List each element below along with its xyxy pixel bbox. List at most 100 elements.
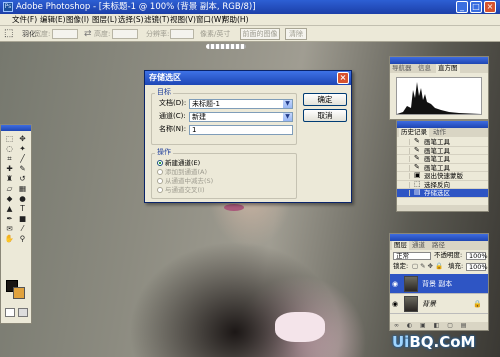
toolbox-panel: ⬚ ✥ ◌ ✦ ⌗ ╱ ✚ ✎ ♜ ↺ ▱ ▦ ◆ ● ▲ T ✒ ■ ✉ ⁄ …: [0, 124, 32, 324]
tab-navigator[interactable]: 导航器: [392, 64, 412, 73]
tab-history[interactable]: 历史记录: [399, 128, 429, 137]
options-bar: ⬚ 羽化: 宽度: ⇄ 高度: 分辨率: 像素/英寸 前面的图像 清除: [0, 26, 500, 42]
marquee-icon[interactable]: ⬚: [3, 134, 16, 144]
tab-channels[interactable]: 通道: [412, 241, 425, 250]
cancel-button[interactable]: 取消: [303, 109, 347, 122]
layers-footer-icons[interactable]: ∞ ◐ ▣ ◧ ▢ ▤: [390, 322, 488, 330]
history-item[interactable]: ▣ 退出快速蒙版: [397, 172, 488, 181]
width-input[interactable]: [52, 29, 78, 39]
quickmask-mode-icon[interactable]: [18, 308, 28, 317]
layer-thumbnail: [404, 276, 418, 292]
chevron-down-icon[interactable]: ▼: [283, 113, 292, 121]
front-image-button[interactable]: 前面的图像: [240, 28, 280, 40]
eyedropper-icon[interactable]: ⁄: [16, 224, 29, 234]
dialog-title-bar[interactable]: 存储选区 ×: [145, 71, 351, 85]
navigator-panel: 导航器 信息 直方图: [389, 56, 489, 120]
selection-icon: ⬚: [414, 179, 421, 188]
standard-mode-icon[interactable]: [5, 308, 15, 317]
brush-icon[interactable]: ✎: [16, 164, 29, 174]
chevron-down-icon[interactable]: ▼: [283, 100, 292, 108]
history-item[interactable]: ✎ 画笔工具: [397, 163, 488, 172]
resolution-label: 分辨率:: [146, 30, 170, 38]
hand-icon[interactable]: ✋: [3, 234, 16, 244]
swap-icon[interactable]: ⇄: [84, 28, 92, 40]
histogram-graph: [396, 77, 482, 115]
menu-filter[interactable]: 滤镜(T): [144, 14, 169, 26]
layers-panel-title-bar[interactable]: [390, 234, 488, 241]
eye-icon[interactable]: ◉: [392, 300, 400, 308]
zoom-icon[interactable]: ⚲: [16, 234, 29, 244]
eraser-icon[interactable]: ▱: [3, 184, 16, 194]
fill-input[interactable]: 100%: [466, 263, 488, 271]
history-panel-title-bar[interactable]: [397, 121, 488, 128]
shape-icon[interactable]: ■: [16, 214, 29, 224]
healing-icon[interactable]: ✚: [3, 164, 16, 174]
close-button[interactable]: ×: [484, 1, 496, 13]
menu-edit[interactable]: 编辑(E): [40, 14, 66, 26]
history-item[interactable]: ✎ 画笔工具: [397, 138, 488, 147]
resolution-input[interactable]: [170, 29, 194, 39]
resolution-unit[interactable]: 像素/英寸: [200, 28, 230, 40]
blur-icon[interactable]: ◆: [3, 194, 16, 204]
history-item[interactable]: ✎ 画笔工具: [397, 155, 488, 164]
lock-icon: 🔒: [473, 300, 482, 308]
watermark-logo: UiBQ.CoM: [392, 333, 476, 351]
name-label: 名称(N):: [159, 125, 187, 133]
ps-logo-icon: Ps: [3, 2, 13, 12]
stamp-icon[interactable]: ♜: [3, 174, 16, 184]
histogram-icon: [397, 82, 481, 114]
ok-button[interactable]: 确定: [303, 93, 347, 106]
blend-mode-select[interactable]: 正常: [393, 252, 431, 260]
layer-row-active[interactable]: ◉ 背景 副本: [390, 274, 488, 294]
menu-layer[interactable]: 图层(L): [92, 14, 117, 26]
history-item-selected[interactable]: ▤ 存储选区: [397, 189, 488, 198]
tab-info[interactable]: 信息: [418, 64, 431, 73]
radio-new-channel[interactable]: 新建通道(E): [157, 159, 200, 167]
menu-help[interactable]: 帮助(H): [222, 14, 249, 26]
history-item[interactable]: ⬚ 选择反向: [397, 179, 488, 189]
opacity-input[interactable]: 100%: [466, 252, 488, 260]
tab-actions[interactable]: 动作: [433, 128, 446, 137]
history-item[interactable]: ✎ 画笔工具: [397, 146, 488, 155]
type-icon[interactable]: T: [16, 204, 29, 214]
eye-icon[interactable]: ◉: [392, 280, 400, 288]
move-icon[interactable]: ✥: [16, 134, 29, 144]
slice-icon[interactable]: ╱: [16, 154, 29, 164]
radio-subtract-from-channel[interactable]: 从通道中减去(S): [157, 177, 213, 185]
radio-intersect-channel[interactable]: 与通道交叉(I): [157, 186, 205, 194]
menu-view[interactable]: 视图(V): [170, 14, 196, 26]
tab-histogram[interactable]: 直方图: [436, 64, 460, 73]
path-select-icon[interactable]: ▲: [3, 204, 16, 214]
name-input[interactable]: 1: [189, 125, 293, 135]
notes-icon[interactable]: ✉: [3, 224, 16, 234]
crop-icon[interactable]: ⌗: [3, 154, 16, 164]
gradient-icon[interactable]: ▦: [16, 184, 29, 194]
background-color-swatch[interactable]: [13, 287, 25, 299]
lasso-icon[interactable]: ◌: [3, 144, 16, 154]
magic-wand-icon[interactable]: ✦: [16, 144, 29, 154]
history-brush-icon[interactable]: ↺: [16, 174, 29, 184]
minimize-button[interactable]: _: [456, 1, 468, 13]
channel-select[interactable]: 新建 ▼: [189, 112, 293, 122]
width-label: 宽度:: [34, 30, 51, 38]
layer-row[interactable]: ◉ 背景 🔒: [390, 294, 488, 314]
menu-image[interactable]: 图像(I): [66, 14, 89, 26]
dress-bow: [275, 312, 325, 342]
pen-icon[interactable]: ✒: [3, 214, 16, 224]
toolbox-title-bar[interactable]: [1, 125, 31, 131]
lock-icons[interactable]: ▢✎✥🔒: [412, 262, 445, 271]
maximize-button[interactable]: □: [470, 1, 482, 13]
menu-window[interactable]: 窗口(W): [196, 14, 224, 26]
marquee-tool-icon[interactable]: ⬚: [4, 28, 18, 40]
navigator-panel-title-bar[interactable]: [390, 57, 488, 64]
radio-add-to-channel[interactable]: 添加到通道(A): [157, 168, 207, 176]
tab-paths[interactable]: 路径: [432, 241, 445, 250]
dialog-close-button[interactable]: ×: [337, 72, 349, 84]
menu-file[interactable]: 文件(F): [12, 14, 37, 26]
tab-layers[interactable]: 图层: [392, 241, 409, 250]
dodge-icon[interactable]: ●: [16, 194, 29, 204]
menu-select[interactable]: 选择(S): [118, 14, 144, 26]
clear-button[interactable]: 清除: [285, 28, 307, 40]
height-input[interactable]: [112, 29, 138, 39]
document-select[interactable]: 未标题-1 ▼: [189, 99, 293, 109]
